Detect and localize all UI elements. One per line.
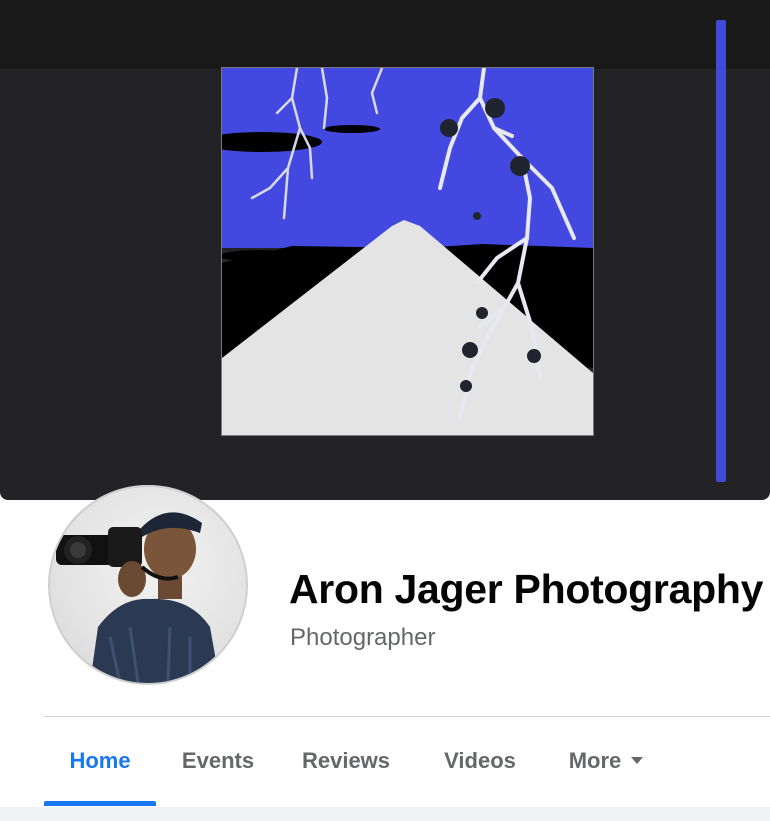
tab-more[interactable]: More — [556, 717, 656, 803]
cover-accent-bar — [716, 20, 726, 482]
cover-photo-area[interactable] — [0, 0, 770, 500]
tab-label: Home — [69, 748, 131, 773]
tab-label: More — [568, 748, 622, 773]
avatar — [48, 485, 248, 685]
tab-videos[interactable]: Videos — [428, 717, 532, 803]
tab-label: Reviews — [301, 748, 391, 773]
tab-label: Videos — [444, 748, 516, 773]
page-tabs: Home Events Reviews Videos More — [44, 717, 770, 807]
mount-fuji-lightning-illustration — [222, 68, 593, 435]
caret-down-icon — [631, 756, 644, 764]
page-title: Aron Jager Photography — [289, 566, 764, 612]
tab-label: Events — [181, 748, 255, 773]
page-body-background — [0, 807, 770, 821]
profile-picture[interactable] — [48, 485, 248, 685]
tab-events[interactable]: Events — [168, 717, 268, 803]
tab-reviews[interactable]: Reviews — [290, 717, 402, 803]
tab-home[interactable]: Home — [44, 717, 156, 803]
cover-artwork — [222, 68, 593, 435]
active-tab-indicator — [44, 801, 156, 806]
page-category[interactable]: Photographer — [290, 624, 435, 652]
top-bar — [0, 0, 770, 69]
